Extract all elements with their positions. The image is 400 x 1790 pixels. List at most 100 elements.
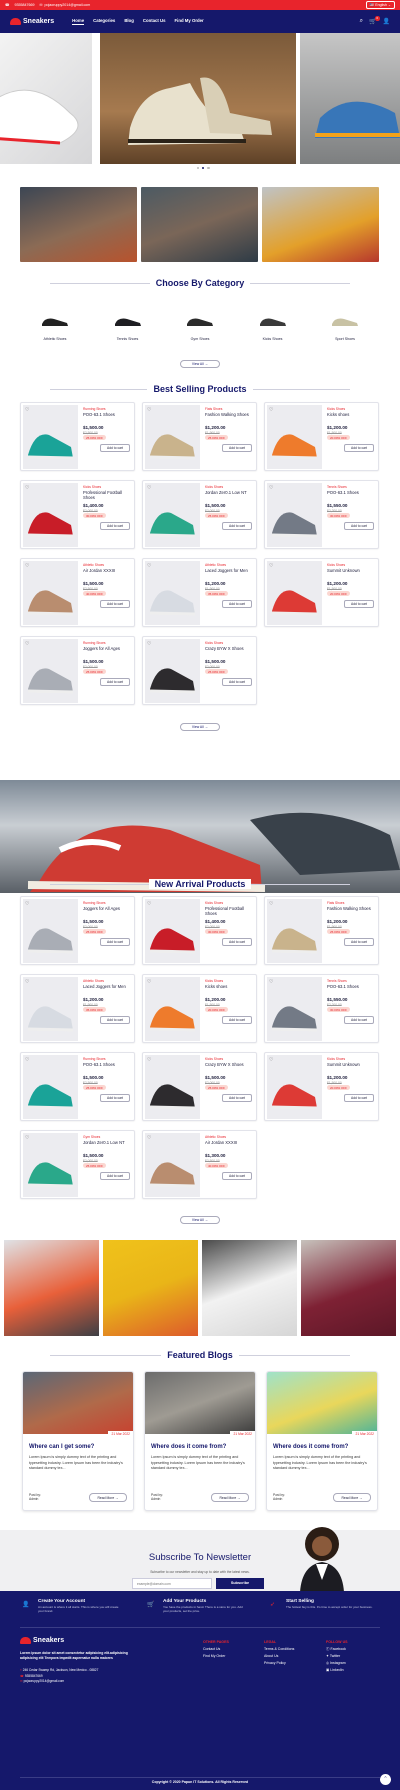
product-image[interactable] xyxy=(23,561,78,625)
product-card[interactable]: ♡ Kicks Shoes Jordan Zer0.1 Low NT $1,500.0… xyxy=(142,480,257,549)
product-name[interactable]: Air Jordan XXXIII xyxy=(83,568,133,573)
product-card[interactable]: ♡ Flats Shoes Fashion Walking Shoes $1,200.… xyxy=(142,402,257,471)
product-card[interactable]: ♡ Kicks Shoes Professional Football Shoes $… xyxy=(142,896,257,965)
footer-link-twitter[interactable]: ✦ Twitter xyxy=(326,1653,348,1660)
product-card[interactable]: ♡ Athletic Shoes Air Jordan XXXIII $1,500.0… xyxy=(20,558,135,627)
product-card[interactable]: ♡ Kicks Shoes Crazy BYW X Shoes $1,500.00 $2… xyxy=(142,1052,257,1121)
product-image[interactable] xyxy=(267,561,322,625)
product-name[interactable]: Professional Football Shoes xyxy=(83,490,133,500)
product-image[interactable] xyxy=(145,483,200,547)
product-card[interactable]: ♡ Running Shoes POO-63.1 Shoes $1,500.00 $2,… xyxy=(20,1052,135,1121)
product-category[interactable]: Running Shoes xyxy=(83,1057,106,1061)
promo-banner-3[interactable] xyxy=(262,187,379,262)
wishlist-heart-icon[interactable]: ♡ xyxy=(147,563,151,569)
product-image[interactable] xyxy=(145,899,200,963)
wishlist-heart-icon[interactable]: ♡ xyxy=(25,485,29,491)
product-name[interactable]: Crazy BYW X Shoes xyxy=(205,646,255,651)
product-name[interactable]: POO-63.1 Shoes xyxy=(327,490,377,495)
add-to-cart-button[interactable]: Add to cart xyxy=(100,522,130,530)
product-category[interactable]: Kicks Shoes xyxy=(327,563,345,567)
product-card[interactable]: ♡ Running Shoes POO-63.1 Shoes $1,500.00 $2,… xyxy=(20,402,135,471)
footer-link-facebook[interactable]: ⓕ Facebook xyxy=(326,1646,348,1653)
product-name[interactable]: Fashion Walking Shoes xyxy=(327,906,377,911)
hero-slider[interactable] xyxy=(0,33,400,169)
product-image[interactable] xyxy=(23,483,78,547)
product-image[interactable] xyxy=(23,1133,78,1197)
product-image[interactable] xyxy=(23,977,78,1041)
add-to-cart-button[interactable]: Add to cart xyxy=(344,522,374,530)
product-name[interactable]: Air Jordan XXXIII xyxy=(205,1140,255,1145)
blog-title[interactable]: Where does it come from? xyxy=(151,1444,226,1450)
footer-email-line[interactable]: ✉ pojaoruppy2014@gmail.com xyxy=(20,1679,98,1685)
wishlist-heart-icon[interactable]: ♡ xyxy=(147,485,151,491)
slider-dot[interactable] xyxy=(207,167,210,169)
scroll-top-button[interactable]: ⌃ xyxy=(380,1774,391,1785)
product-card[interactable]: ♡ Athletic Shoes Air Jordan XXXIII $1,300.0… xyxy=(142,1130,257,1199)
nav-home[interactable]: Home xyxy=(72,18,85,25)
product-image[interactable] xyxy=(145,561,200,625)
product-category[interactable]: Athletic Shoes xyxy=(83,563,104,567)
product-card[interactable]: ♡ Kicks Shoes Kicks shoes $1,200.00 $1,500.0… xyxy=(142,974,257,1043)
view-all-new-button[interactable]: View All → xyxy=(180,1216,220,1224)
product-name[interactable]: POO-63.1 Shoes xyxy=(83,412,133,417)
blog-title[interactable]: Where does it come from? xyxy=(273,1444,348,1450)
view-all-categories-button[interactable]: View All → xyxy=(180,360,220,368)
product-card[interactable]: ♡ Kicks Shoes Summit Unknown $1,200.00 $1,50… xyxy=(264,1052,379,1121)
footer-link-instagram[interactable]: ◎ Instagram xyxy=(326,1660,348,1667)
product-image[interactable] xyxy=(145,977,200,1041)
wishlist-heart-icon[interactable]: ♡ xyxy=(25,901,29,907)
footer-link-terms[interactable]: Terms & Conditions xyxy=(264,1646,294,1653)
footer-brand-logo[interactable]: Sneakers xyxy=(20,1637,64,1644)
nav-categories[interactable]: Categories xyxy=(93,18,115,25)
product-image[interactable] xyxy=(267,405,322,469)
wishlist-heart-icon[interactable]: ♡ xyxy=(25,1135,29,1141)
wishlist-heart-icon[interactable]: ♡ xyxy=(147,407,151,413)
category-tennis[interactable]: Tennis Shoes xyxy=(98,315,158,341)
product-category[interactable]: Kicks Shoes xyxy=(205,979,223,983)
nav-find-order[interactable]: Find My Order xyxy=(175,18,204,25)
product-image[interactable] xyxy=(267,483,322,547)
blog-image[interactable] xyxy=(267,1372,377,1434)
add-to-cart-button[interactable]: Add to cart xyxy=(222,600,252,608)
product-image[interactable] xyxy=(145,639,200,703)
product-name[interactable]: Kicks shoes xyxy=(327,412,377,417)
slider-dot[interactable] xyxy=(202,167,205,169)
blog-card[interactable]: 21 Mar 2022 Where does it come from? Lorem… xyxy=(144,1371,256,1511)
wishlist-heart-icon[interactable]: ♡ xyxy=(269,563,273,569)
product-image[interactable] xyxy=(267,1055,322,1119)
add-to-cart-button[interactable]: Add to cart xyxy=(100,600,130,608)
product-category[interactable]: Running Shoes xyxy=(83,641,106,645)
blog-title[interactable]: Where can I get some? xyxy=(29,1444,94,1450)
promo-banner-2[interactable] xyxy=(141,187,258,262)
product-category[interactable]: Kicks Shoes xyxy=(327,1057,345,1061)
topbar-phone[interactable]: 9355847669 xyxy=(14,3,34,7)
product-card[interactable]: ♡ Kicks Shoes Professional Football Shoes $… xyxy=(20,480,135,549)
product-image[interactable] xyxy=(145,405,200,469)
read-more-button[interactable]: Read More → xyxy=(211,1493,249,1502)
product-card[interactable]: ♡ Athletic Shoes Laced Joggers for Men $1,2… xyxy=(142,558,257,627)
product-card[interactable]: ♡ Tennis Shoes POO-63.1 Shoes $1,550.00 $2,2… xyxy=(264,974,379,1043)
add-to-cart-button[interactable]: Add to cart xyxy=(222,678,252,686)
product-image[interactable] xyxy=(267,977,322,1041)
product-category[interactable]: Kicks Shoes xyxy=(205,1057,223,1061)
product-name[interactable]: Summit Unknown xyxy=(327,1062,377,1067)
footer-link-contact[interactable]: Contact Us xyxy=(203,1646,229,1653)
add-to-cart-button[interactable]: Add to cart xyxy=(222,1172,252,1180)
add-to-cart-button[interactable]: Add to cart xyxy=(222,938,252,946)
product-card[interactable]: ♡ Athletic Shoes Laced Joggers for Men $1,2… xyxy=(20,974,135,1043)
product-image[interactable] xyxy=(23,899,78,963)
wishlist-heart-icon[interactable]: ♡ xyxy=(25,979,29,985)
product-card[interactable]: ♡ Running Shoes Joggers for All Ages $1,500… xyxy=(20,896,135,965)
add-to-cart-button[interactable]: Add to cart xyxy=(100,1094,130,1102)
product-category[interactable]: Running Shoes xyxy=(83,407,106,411)
footer-link-privacy[interactable]: Privacy Policy xyxy=(264,1660,294,1667)
add-to-cart-button[interactable]: Add to cart xyxy=(100,938,130,946)
product-name[interactable]: Kicks shoes xyxy=(205,984,255,989)
wishlist-heart-icon[interactable]: ♡ xyxy=(25,1057,29,1063)
promo-banner-1[interactable] xyxy=(20,187,137,262)
blog-image[interactable] xyxy=(23,1372,133,1434)
product-category[interactable]: Athletic Shoes xyxy=(205,1135,226,1139)
product-image[interactable] xyxy=(267,899,322,963)
product-name[interactable]: POO-63.1 Shoes xyxy=(327,984,377,989)
blog-card[interactable]: 21 Mar 2022 Where can I get some? Lorem Ip… xyxy=(22,1371,134,1511)
